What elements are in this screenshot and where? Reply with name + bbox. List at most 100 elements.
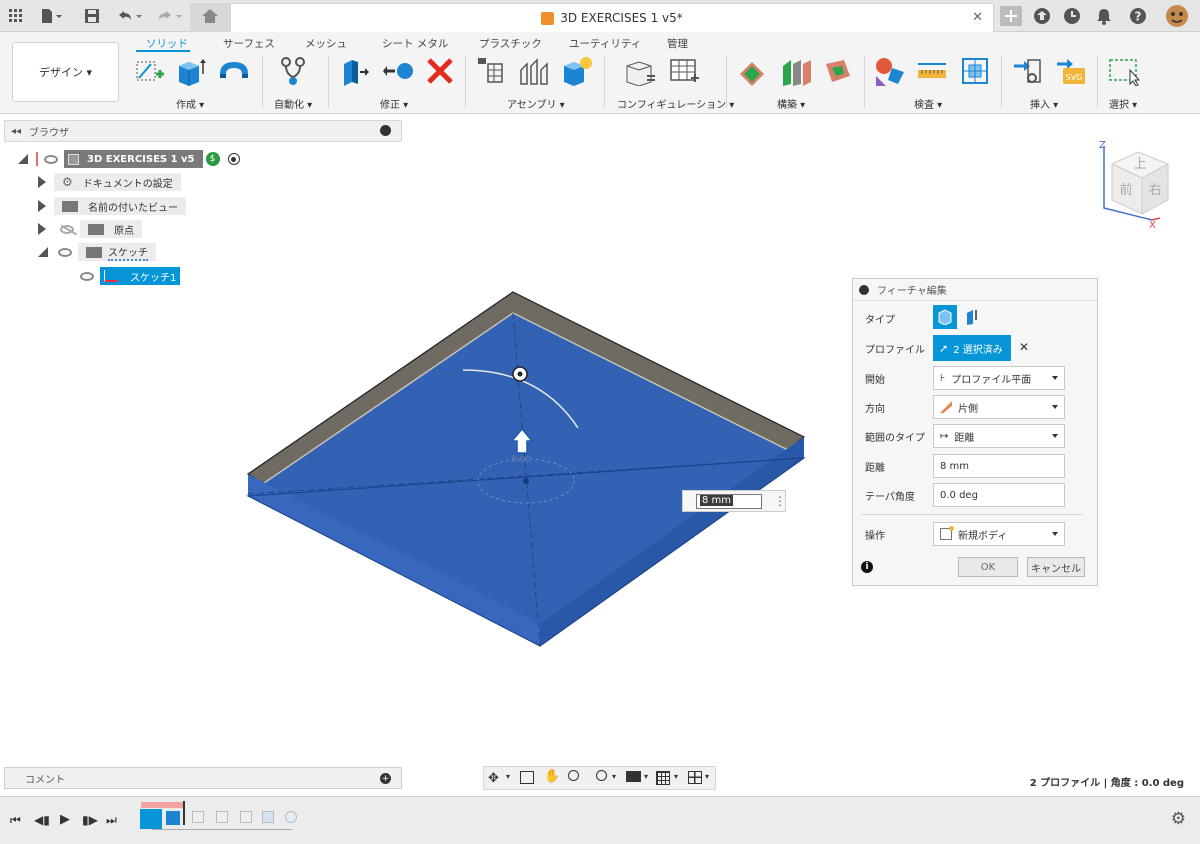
expand-icon[interactable] bbox=[18, 154, 28, 164]
activate-radio-icon[interactable] bbox=[227, 153, 240, 165]
status-text: 2 プロファイル | 角度 : 0.0 deg bbox=[1029, 778, 1184, 789]
browser-root-row[interactable]: 3D EXERCISES 1 v5 $ bbox=[18, 150, 240, 168]
expand-icon[interactable] bbox=[38, 223, 46, 235]
step-back-icon[interactable]: ◀▮ bbox=[34, 813, 50, 827]
ok-button[interactable]: OK bbox=[958, 557, 1018, 577]
timeline-item-faded[interactable] bbox=[285, 811, 297, 823]
doc-settings-chip: ⚙ ドキュメントの設定 bbox=[54, 173, 181, 191]
comments-panel[interactable]: コメント + bbox=[4, 767, 402, 789]
direction-value: 片側 bbox=[958, 403, 978, 415]
clear-selection-icon[interactable]: ✕ bbox=[1019, 340, 1029, 354]
timeline-item-faded[interactable] bbox=[192, 811, 204, 823]
look-at-icon[interactable] bbox=[520, 771, 534, 784]
operation-dropdown[interactable]: 新規ボディ bbox=[933, 522, 1065, 546]
viewcube-top-label[interactable]: 上 bbox=[1133, 157, 1146, 172]
browser-item-origin[interactable]: 原点 bbox=[38, 220, 142, 238]
distance-label: 距離 bbox=[865, 462, 885, 474]
expand-icon[interactable] bbox=[38, 200, 46, 212]
feature-edit-panel: フィーチャ編集 タイプ プロファイル ➚ 2 選択済み ✕ 開始 ⊦ プロファイ… bbox=[852, 278, 1098, 586]
chevron-down-icon[interactable]: ▾ bbox=[506, 772, 510, 781]
root-component-chip[interactable]: 3D EXERCISES 1 v5 bbox=[64, 150, 203, 168]
named-views-label: 名前の付いたビュー bbox=[88, 202, 178, 214]
dimension-input-field[interactable]: 8 mm bbox=[696, 494, 762, 509]
timeline-extrude-item[interactable] bbox=[166, 811, 180, 825]
distance-value: 8 mm bbox=[940, 460, 970, 472]
sketch1-label: スケッチ1 bbox=[130, 272, 177, 284]
feature-panel-title: フィーチャ編集 bbox=[877, 286, 947, 297]
distance-input[interactable]: 8 mm bbox=[933, 454, 1065, 478]
timeline-item-faded[interactable] bbox=[216, 811, 228, 823]
sketches-label: スケッチ bbox=[108, 244, 148, 261]
collapse-icon[interactable] bbox=[38, 247, 48, 257]
taper-angle-input[interactable]: 0.0 deg bbox=[933, 483, 1065, 507]
sketch-status-icon[interactable]: $ bbox=[205, 152, 220, 166]
collapse-browser-icon[interactable]: ◂◂ bbox=[11, 126, 21, 137]
play-icon[interactable]: ▶ bbox=[60, 812, 70, 827]
type-label: タイプ bbox=[865, 314, 895, 326]
chevron-down-icon bbox=[1052, 532, 1058, 536]
timeline-item-faded[interactable] bbox=[240, 811, 252, 823]
taper-angle-value: 0.0 deg bbox=[940, 489, 978, 501]
navigation-toolbar: ✥ ▾ ✋ ▾ ▾ ▾ ▾ bbox=[483, 766, 716, 790]
visibility-icon[interactable] bbox=[44, 154, 58, 164]
dimension-input-box[interactable]: 8 mm ⋮ bbox=[682, 490, 786, 512]
direction-label: 方向 bbox=[865, 403, 885, 415]
orbit-icon[interactable]: ✥ bbox=[488, 771, 499, 786]
timeline-bar: ⏮ ◀▮ ▶ ▮▶ ⏭ ⚙ bbox=[0, 796, 1200, 844]
timeline-sketch-item[interactable] bbox=[140, 809, 162, 829]
chevron-down-icon[interactable]: ▾ bbox=[644, 772, 648, 781]
timeline-item-faded[interactable] bbox=[262, 811, 274, 823]
browser-item-named-views[interactable]: 名前の付いたビュー bbox=[38, 197, 186, 215]
feature-panel-header: フィーチャ編集 bbox=[853, 279, 1097, 301]
panel-divider bbox=[861, 514, 1083, 515]
profile-select-button[interactable]: ➚ 2 選択済み bbox=[933, 335, 1011, 361]
origin-chip: 原点 bbox=[80, 220, 142, 238]
cursor-icon: ➚ bbox=[939, 341, 949, 355]
extent-type-dropdown[interactable]: ↦ 距離 bbox=[933, 424, 1065, 448]
info-icon[interactable]: i bbox=[861, 561, 873, 573]
viewcube-front-label[interactable]: 前 bbox=[1119, 182, 1132, 198]
view-cube[interactable]: 上 前 右 Z X bbox=[1094, 138, 1180, 232]
grid-settings-icon[interactable] bbox=[656, 771, 670, 785]
hidden-eye-icon[interactable] bbox=[60, 224, 78, 235]
type-solid-icon[interactable] bbox=[933, 305, 957, 329]
chevron-down-icon[interactable]: ▾ bbox=[674, 772, 678, 781]
type-row: タイプ bbox=[853, 305, 1099, 331]
go-to-start-icon[interactable]: ⏮ bbox=[10, 813, 21, 828]
viewports-icon[interactable] bbox=[688, 771, 702, 784]
browser-minimize-icon[interactable] bbox=[380, 125, 391, 136]
chevron-down-icon[interactable]: ▾ bbox=[612, 772, 616, 781]
folder-icon bbox=[88, 223, 104, 235]
zoom-window-icon[interactable] bbox=[596, 770, 607, 781]
expand-icon[interactable] bbox=[38, 176, 46, 188]
browser-title: ブラウザ bbox=[29, 127, 70, 139]
taper-angle-row: テーパ角度 0.0 deg bbox=[853, 482, 1099, 508]
go-to-end-icon[interactable]: ⏭ bbox=[106, 813, 117, 828]
visibility-icon[interactable] bbox=[80, 271, 94, 281]
timeline-playhead[interactable] bbox=[183, 801, 189, 825]
type-thin-icon[interactable] bbox=[963, 307, 983, 327]
more-options-icon[interactable]: ⋮ bbox=[774, 494, 786, 508]
panel-minimize-icon[interactable] bbox=[859, 284, 869, 295]
cancel-button[interactable]: キャンセル bbox=[1027, 557, 1085, 577]
step-forward-icon[interactable]: ▮▶ bbox=[82, 813, 98, 827]
browser-item-doc-settings[interactable]: ⚙ ドキュメントの設定 bbox=[38, 173, 181, 191]
pan-icon[interactable]: ✋ bbox=[544, 769, 560, 784]
viewcube-right-label[interactable]: 右 bbox=[1148, 183, 1161, 198]
chevron-down-icon[interactable]: ▾ bbox=[705, 772, 709, 781]
chevron-down-icon bbox=[1052, 434, 1058, 438]
visibility-icon[interactable] bbox=[58, 247, 72, 257]
start-dropdown[interactable]: ⊦ プロファイル平面 bbox=[933, 366, 1065, 390]
add-comment-icon[interactable]: + bbox=[380, 773, 391, 784]
timeline-settings-gear-icon[interactable]: ⚙ bbox=[1171, 809, 1186, 829]
display-settings-icon[interactable] bbox=[626, 771, 641, 782]
operation-label: 操作 bbox=[865, 530, 885, 542]
profile-plane-icon: ⊦ bbox=[940, 372, 946, 384]
zoom-icon[interactable] bbox=[568, 770, 579, 781]
extent-type-label: 範囲のタイプ bbox=[865, 432, 925, 444]
dimension-hint-label: 8.00 bbox=[511, 455, 531, 465]
browser-item-sketch1[interactable]: スケッチ1 bbox=[76, 267, 180, 285]
browser-item-sketches[interactable]: スケッチ bbox=[38, 243, 156, 261]
direction-dropdown[interactable]: 片側 bbox=[933, 395, 1065, 419]
sketch1-chip[interactable]: スケッチ1 bbox=[100, 267, 180, 285]
